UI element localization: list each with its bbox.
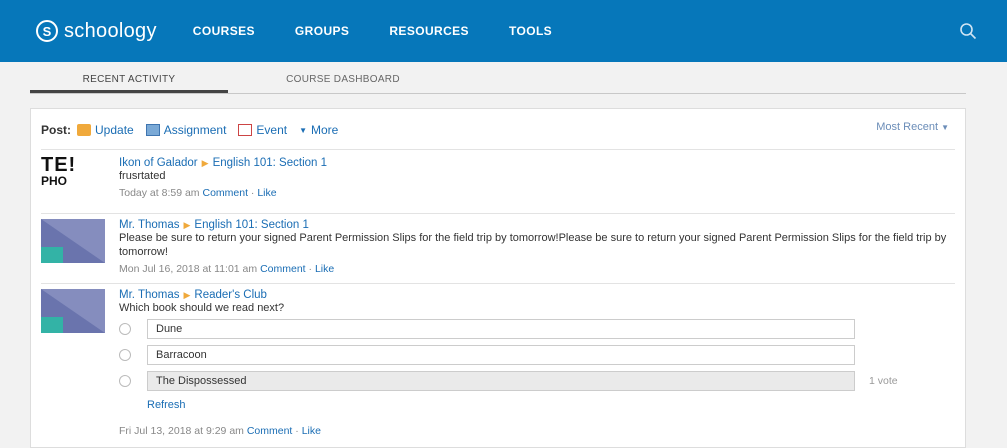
comment-link[interactable]: Comment — [247, 425, 293, 437]
activity-tabs: RECENT ACTIVITY COURSE DASHBOARD — [30, 62, 966, 94]
post-assignment-label: Assignment — [163, 123, 227, 137]
post-assignment-button[interactable]: Assignment — [145, 123, 227, 137]
post-text: Which book should we read next? — [119, 302, 285, 314]
feed-item-header: Ikon of Galador ▶ English 101: Section 1 — [119, 157, 955, 169]
refresh-link[interactable]: Refresh — [147, 399, 186, 411]
poll-option[interactable]: The Dispossessed — [119, 371, 859, 391]
divider — [41, 283, 955, 284]
comment-link[interactable]: Comment — [260, 263, 306, 275]
poll-option-label: Dune — [147, 319, 855, 339]
author-link[interactable]: Mr. Thomas — [119, 219, 180, 231]
course-link[interactable]: English 101: Section 1 — [194, 219, 308, 231]
divider — [41, 149, 955, 150]
feed-item-body: Mr. Thomas ▶ English 101: Section 1 Please… — [119, 219, 955, 275]
post-label: Post: — [41, 123, 71, 137]
post-update-button[interactable]: Update — [77, 123, 134, 137]
tab-recent-activity[interactable]: RECENT ACTIVITY — [30, 62, 228, 93]
poll-option[interactable]: Dune — [119, 319, 859, 339]
chevron-down-icon: ▼ — [941, 123, 949, 132]
author-link[interactable]: Mr. Thomas — [119, 289, 180, 301]
post-time: Today at 8:59 am — [119, 187, 200, 199]
like-link[interactable]: Like — [257, 187, 276, 199]
poll-option-label: The Dispossessed — [147, 371, 855, 391]
sort-label: Most Recent — [876, 121, 939, 133]
tab-course-dashboard[interactable]: COURSE DASHBOARD — [228, 62, 458, 93]
course-link[interactable]: English 101: Section 1 — [213, 157, 327, 169]
post-more-button[interactable]: ▼ More — [299, 123, 338, 137]
main-nav: COURSES GROUPS RESOURCES TOOLS — [193, 24, 592, 38]
feed-item: Mr. Thomas ▶ Reader's Club Which book shou… — [41, 289, 955, 439]
logo-text: schoology — [64, 19, 157, 42]
top-nav-bar: S schoology COURSES GROUPS RESOURCES TOO… — [0, 0, 1007, 62]
play-arrow-icon: ▶ — [183, 290, 191, 300]
vote-count: 1 vote — [869, 375, 898, 387]
activity-feed: Post: Update Assignment Event ▼ More Mos… — [30, 108, 966, 448]
poll-option[interactable]: Barracoon — [119, 345, 859, 365]
post-text: frusrtated — [119, 170, 166, 182]
post-time: Mon Jul 16, 2018 at 11:01 am — [119, 263, 258, 275]
post-time: Fri Jul 13, 2018 at 9:29 am — [119, 425, 244, 437]
post-text: Please be sure to return your signed Par… — [119, 232, 947, 258]
calendar-icon — [238, 124, 253, 136]
post-event-button[interactable]: Event — [238, 123, 287, 137]
post-event-label: Event — [256, 123, 288, 137]
feed-item: TE! PHO Ikon of Galador ▶ English 101: Sec… — [41, 157, 955, 209]
search-icon[interactable] — [959, 22, 977, 40]
post-bar: Post: Update Assignment Event ▼ More — [41, 123, 350, 137]
avatar[interactable] — [41, 219, 105, 263]
poll-radio[interactable] — [119, 349, 131, 361]
feed-item-body: Mr. Thomas ▶ Reader's Club Which book shou… — [119, 289, 955, 315]
post-meta: Mon Jul 16, 2018 at 11:01 am Comment · L… — [119, 263, 335, 275]
sort-dropdown[interactable]: Most Recent ▼ — [876, 121, 949, 133]
assignment-icon — [145, 124, 160, 136]
chevron-down-icon: ▼ — [299, 125, 308, 135]
feed-item: Mr. Thomas ▶ English 101: Section 1 Please… — [41, 219, 955, 281]
divider — [41, 213, 955, 214]
poll-radio[interactable] — [119, 375, 131, 387]
post-update-label: Update — [95, 123, 134, 137]
poll: Dune Barracoon The Dispossessed 1 vote R… — [119, 319, 959, 439]
avatar-text-line-1: TE! — [41, 157, 77, 176]
logo-mark: S — [36, 20, 58, 42]
avatar[interactable]: TE! PHO — [41, 157, 105, 201]
poll-option-label: Barracoon — [147, 345, 855, 365]
schoology-logo[interactable]: S schoology — [36, 20, 157, 43]
like-link[interactable]: Like — [302, 425, 321, 437]
feed-item-header: Mr. Thomas ▶ Reader's Club — [119, 289, 955, 301]
update-icon — [77, 124, 91, 136]
avatar[interactable] — [41, 289, 105, 333]
post-more-label: More — [311, 123, 339, 137]
post-meta: Today at 8:59 am Comment · Like — [119, 187, 277, 199]
course-link[interactable]: Reader's Club — [194, 289, 267, 301]
nav-tools[interactable]: TOOLS — [509, 24, 552, 38]
poll-radio[interactable] — [119, 323, 131, 335]
author-link[interactable]: Ikon of Galador — [119, 157, 198, 169]
feed-item-header: Mr. Thomas ▶ English 101: Section 1 — [119, 219, 955, 231]
nav-resources[interactable]: RESOURCES — [389, 24, 469, 38]
play-arrow-icon: ▶ — [201, 158, 209, 168]
like-link[interactable]: Like — [315, 263, 334, 275]
play-arrow-icon: ▶ — [183, 220, 191, 230]
nav-groups[interactable]: GROUPS — [295, 24, 349, 38]
feed-item-body: Ikon of Galador ▶ English 101: Section 1 f… — [119, 157, 955, 199]
post-meta: Fri Jul 13, 2018 at 9:29 am Comment · Li… — [119, 425, 321, 437]
nav-courses[interactable]: COURSES — [193, 24, 255, 38]
comment-link[interactable]: Comment — [202, 187, 248, 199]
